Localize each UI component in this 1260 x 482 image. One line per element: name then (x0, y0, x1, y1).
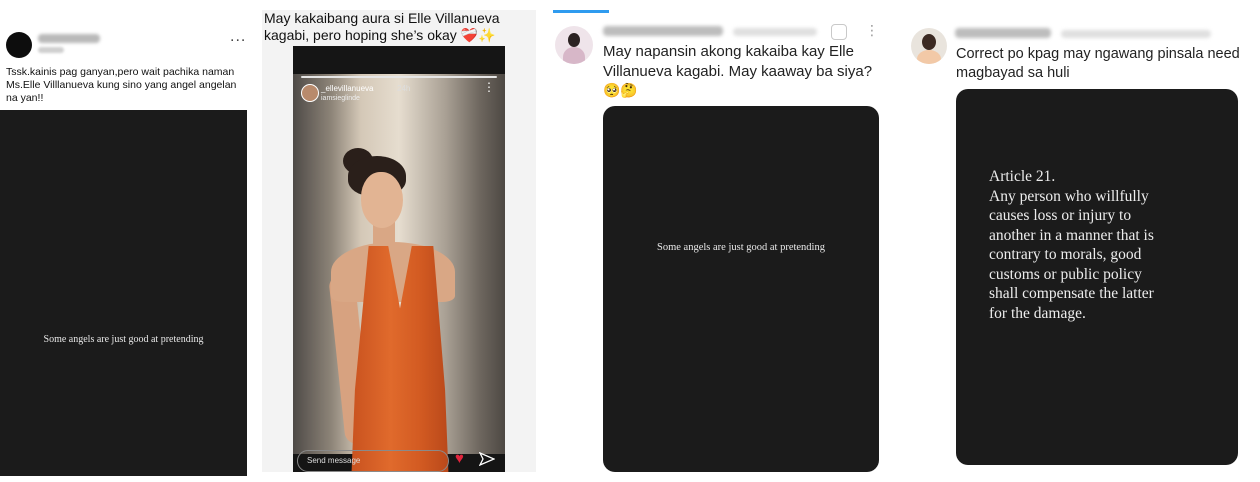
law-text: Article 21. Any person who willfully cau… (989, 167, 1219, 323)
story-image[interactable]: Some angels are just good at pretending (0, 110, 247, 476)
more-options-icon[interactable]: ⋮ (483, 80, 495, 94)
law-line: contrary to morals, good (989, 246, 1142, 263)
blurred-handle (733, 28, 817, 36)
facebook-post: ... Tssk.kainis pag ganyan,pero wait pac… (0, 28, 247, 476)
law-line: Article 21. (989, 168, 1056, 185)
photo-face (361, 172, 403, 228)
post-text: Correct po kpag may ngawang pinsala need… (956, 46, 1240, 81)
story-text: Some angels are just good at pretending (657, 242, 825, 253)
instagram-story-post: May kakaibang aura si Elle Villanueva ka… (262, 10, 536, 472)
avatar-head (922, 34, 936, 50)
blurred-username (955, 28, 1051, 38)
law-line: customs or public policy (989, 265, 1142, 283)
blurred-username (38, 34, 100, 43)
law-line: shall compensate the latter (989, 285, 1154, 302)
avatar[interactable] (911, 28, 947, 64)
story-time: 24h (397, 84, 411, 93)
thread-indicator (553, 10, 609, 13)
avatar-body (917, 50, 941, 64)
more-options-icon[interactable]: ... (230, 28, 246, 46)
avatar-head (568, 33, 580, 47)
law-quote-image[interactable]: Article 21. Any person who willfully cau… (956, 89, 1238, 465)
story-image[interactable]: Some angels are just good at pretending (603, 106, 879, 472)
post-caption: May kakaibang aura si Elle Villanueva ka… (264, 10, 500, 43)
x-post: ⋮ May napansin akong kakaiba kay Elle Vi… (551, 8, 891, 474)
post-emoji: 🥺🤔 (603, 82, 638, 98)
story-music-tag[interactable]: iamsieglinde (321, 95, 360, 102)
avatar[interactable] (555, 26, 593, 64)
law-line: causes loss or injury to (989, 207, 1132, 224)
x-reply-post: Correct po kpag may ngawang pinsala need… (905, 18, 1251, 468)
avatar[interactable] (6, 32, 32, 58)
law-line: Any person who willfully (989, 187, 1149, 205)
grok-icon[interactable] (831, 24, 847, 40)
more-options-icon[interactable]: ⋮ (865, 22, 879, 39)
blurred-photo-tag (433, 118, 493, 132)
avatar-body (563, 47, 585, 64)
blurred-username (603, 26, 723, 36)
story-progress-bar (301, 76, 497, 78)
law-line: another in a manner that is (989, 226, 1154, 244)
law-line: for the damage. (989, 304, 1086, 322)
send-message-placeholder: Send message (307, 456, 361, 465)
story-text: Some angels are just good at pretending (43, 334, 204, 345)
story-username[interactable]: _ellevillanueva (321, 84, 373, 93)
post-text: May napansin akong kakaiba kay Elle Vill… (603, 43, 873, 80)
blurred-post-meta (38, 47, 64, 53)
blurred-handle (1061, 30, 1211, 38)
post-caption: Tssk.kainis pag ganyan,pero wait pachika… (6, 66, 237, 104)
send-icon[interactable] (479, 452, 495, 466)
heart-icon[interactable]: ♥ (455, 451, 464, 467)
story-screenshot[interactable]: _ellevillanueva 24h iamsieglinde ⋮ Send … (293, 46, 505, 472)
story-avatar[interactable] (301, 84, 319, 102)
